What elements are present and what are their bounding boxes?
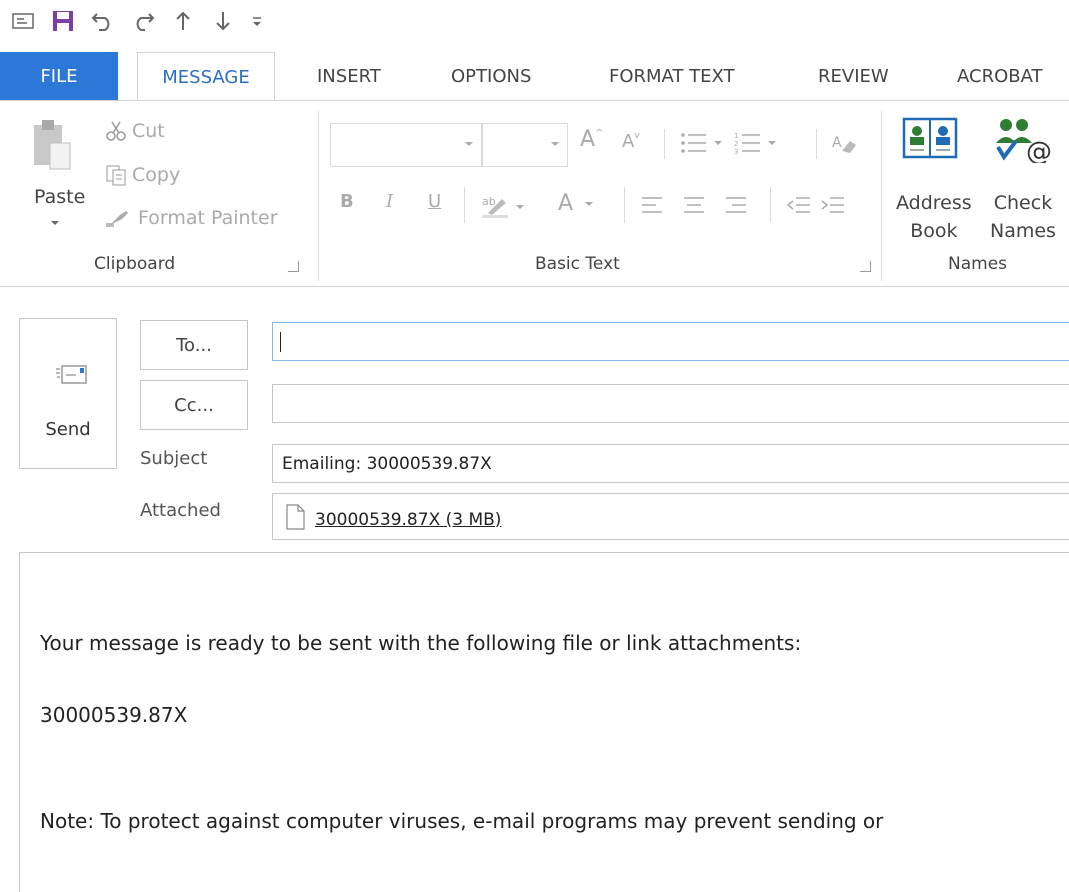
address-book-button[interactable]: Address Book xyxy=(896,189,972,245)
font-color-dropdown-icon xyxy=(585,201,594,206)
cc-field[interactable] xyxy=(272,384,1069,423)
paste-button[interactable] xyxy=(30,117,74,173)
subject-field[interactable]: Emailing: 30000539.87X xyxy=(272,444,1069,483)
cut-label: Cut xyxy=(132,120,165,142)
message-body[interactable]: Your message is ready to be sent with th… xyxy=(19,552,1069,892)
clipboard-launcher-icon[interactable] xyxy=(288,261,299,272)
paste-icon xyxy=(34,120,71,170)
tab-acrobat[interactable]: ACROBAT xyxy=(957,52,1043,100)
underline-button[interactable]: U xyxy=(428,191,441,212)
cut-button[interactable]: Cut xyxy=(104,119,165,143)
format-painter-icon xyxy=(106,211,128,227)
ribbon-tabs: FILE MESSAGE INSERT OPTIONS FORMAT TEXT … xyxy=(0,52,1069,101)
decrease-indent-icon xyxy=(786,197,810,213)
attached-label: Attached xyxy=(140,500,221,521)
bold-button[interactable]: B xyxy=(340,191,354,212)
clear-formatting-icon: A xyxy=(832,135,856,153)
font-color-button[interactable]: A xyxy=(558,191,597,216)
font-size-combo[interactable] xyxy=(482,123,568,167)
italic-button[interactable]: I xyxy=(386,191,393,212)
align-right-icon xyxy=(726,197,746,213)
increase-indent-icon xyxy=(821,197,844,213)
check-names-button[interactable]: Check Names xyxy=(990,189,1056,245)
check-names-icon: @ xyxy=(992,115,1054,163)
basic-text-group-label: Basic Text xyxy=(535,254,620,274)
bullets-button[interactable] xyxy=(680,131,726,155)
align-left-button[interactable] xyxy=(640,195,664,215)
svg-text:3: 3 xyxy=(734,148,738,155)
undo-icon[interactable] xyxy=(90,8,116,34)
attachment-well: 30000539.87X (3 MB) xyxy=(272,493,1069,540)
paste-dropdown-icon[interactable] xyxy=(50,219,60,227)
to-field[interactable] xyxy=(272,322,1069,361)
body-line-3: Note: To protect against computer viruse… xyxy=(40,809,884,833)
svg-text:@: @ xyxy=(1026,137,1052,163)
align-center-icon xyxy=(684,197,704,213)
increase-indent-button[interactable] xyxy=(820,195,846,215)
quick-access-toolbar xyxy=(0,0,1069,48)
tab-review[interactable]: REVIEW xyxy=(818,52,889,100)
ribbon: Paste Cut Copy Format Painter Clipboard … xyxy=(0,100,1069,287)
text-cursor xyxy=(280,331,281,352)
align-right-button[interactable] xyxy=(724,195,748,215)
window-icon[interactable] xyxy=(10,8,36,34)
body-line-1: Your message is ready to be sent with th… xyxy=(40,631,802,655)
paste-label: Paste xyxy=(34,186,86,208)
align-left-icon xyxy=(642,197,662,213)
highlight-button[interactable]: ab xyxy=(480,193,528,219)
attachment-link[interactable]: 30000539.87X (3 MB) xyxy=(315,510,501,530)
grow-font-button[interactable]: A ^ xyxy=(580,127,603,152)
tab-options[interactable]: OPTIONS xyxy=(451,52,531,100)
format-painter-label: Format Painter xyxy=(138,207,278,229)
tab-file[interactable]: FILE xyxy=(0,52,118,100)
shrink-font-button[interactable]: Av xyxy=(622,131,640,153)
up-arrow-icon[interactable] xyxy=(170,8,196,34)
copy-label: Copy xyxy=(132,164,181,186)
clipboard-group-label: Clipboard xyxy=(94,254,176,274)
save-icon[interactable] xyxy=(50,8,76,34)
svg-text:2: 2 xyxy=(734,140,738,148)
tab-format-text[interactable]: FORMAT TEXT xyxy=(609,52,735,100)
svg-text:1: 1 xyxy=(734,132,738,140)
send-button[interactable]: Send xyxy=(19,318,117,469)
copy-icon xyxy=(106,165,126,186)
svg-text:ab: ab xyxy=(482,195,496,208)
send-envelope-icon xyxy=(56,365,87,384)
subject-label: Subject xyxy=(140,448,208,469)
clear-formatting-button[interactable]: A xyxy=(832,133,858,155)
file-icon xyxy=(286,503,305,530)
tab-message[interactable]: MESSAGE xyxy=(137,52,275,101)
body-line-2: 30000539.87X xyxy=(40,703,188,727)
customize-qat-icon[interactable] xyxy=(244,8,270,34)
down-arrow-icon[interactable] xyxy=(210,8,236,34)
font-name-combo[interactable] xyxy=(330,123,482,167)
names-group-label: Names xyxy=(948,254,1008,274)
send-label: Send xyxy=(45,419,91,440)
align-center-button[interactable] xyxy=(682,195,706,215)
scissors-icon xyxy=(106,121,126,141)
format-painter-button[interactable]: Format Painter xyxy=(104,207,278,229)
decrease-indent-button[interactable] xyxy=(786,195,812,215)
group-divider xyxy=(318,111,319,281)
redo-icon[interactable] xyxy=(130,8,156,34)
highlight-icon: ab xyxy=(482,195,524,218)
bullets-icon xyxy=(681,133,722,153)
group-divider xyxy=(881,111,882,281)
basic-text-launcher-icon[interactable] xyxy=(860,261,871,272)
numbering-icon: 123 xyxy=(734,132,776,155)
copy-button[interactable]: Copy xyxy=(104,163,180,187)
cc-button[interactable]: Cc... xyxy=(140,380,248,430)
svg-text:A: A xyxy=(832,135,842,151)
address-book-icon xyxy=(902,117,958,159)
tab-insert[interactable]: INSERT xyxy=(317,52,381,100)
numbering-button[interactable]: 123 xyxy=(734,131,780,155)
to-button[interactable]: To... xyxy=(140,320,248,370)
